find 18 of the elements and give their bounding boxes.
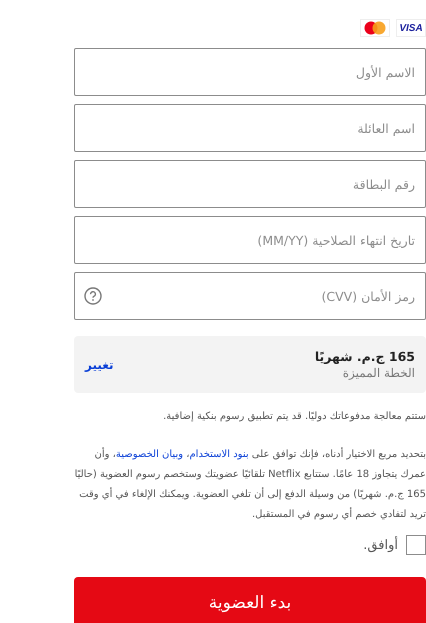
terms-link[interactable]: بنود الاستخدام (189, 449, 249, 460)
agree-label: أوافق. (363, 538, 398, 552)
start-membership-button[interactable]: بدء العضوية (74, 577, 426, 623)
input-field[interactable]: رمز الأمان (CVV) (74, 272, 426, 320)
notice-text: ستتم معالجة مدفوعاتك دوليًا. قد يتم تطبيق رسوم بنكية إضافية. (162, 410, 426, 424)
terms-paragraph: بتحديد مربع الاختيار أدناه، فإنك توافق على بنود الاستخدام، وبيان الخصوصية، وأن عمرك يتجاوز 18 عامًا. ستتابع Netflix تلقائيًا عضويتك وستخصم رسوم العضوية (حاليًا 165 ج.م. شهريًا) من وسيلة الدفع إلى أن تلغي العضوية. ويمكنك الإلغاء في أي وقت تريد لتفادي خصم أي رسوم في المستقبل. (74, 446, 426, 522)
input-field[interactable]: رقم البطاقة (74, 160, 426, 208)
agree-checkbox[interactable] (406, 535, 426, 555)
input-field[interactable]: تاريخ انتهاء الصلاحية (MM/YY) (74, 216, 426, 264)
change-link[interactable]: تغيير (85, 358, 114, 372)
visa-logo: VISA (396, 19, 426, 37)
terms-link[interactable]: وبيان الخصوصية (116, 449, 184, 460)
plan-name: الخطة المميزة (342, 366, 415, 380)
input-field[interactable]: الاسم الأول (74, 48, 426, 96)
input-field[interactable]: اسم العائلة (74, 104, 426, 152)
help-icon[interactable] (84, 287, 102, 305)
plan-price: 165 ج.م. شهريًا (314, 349, 415, 364)
mastercard-logo (364, 21, 386, 35)
